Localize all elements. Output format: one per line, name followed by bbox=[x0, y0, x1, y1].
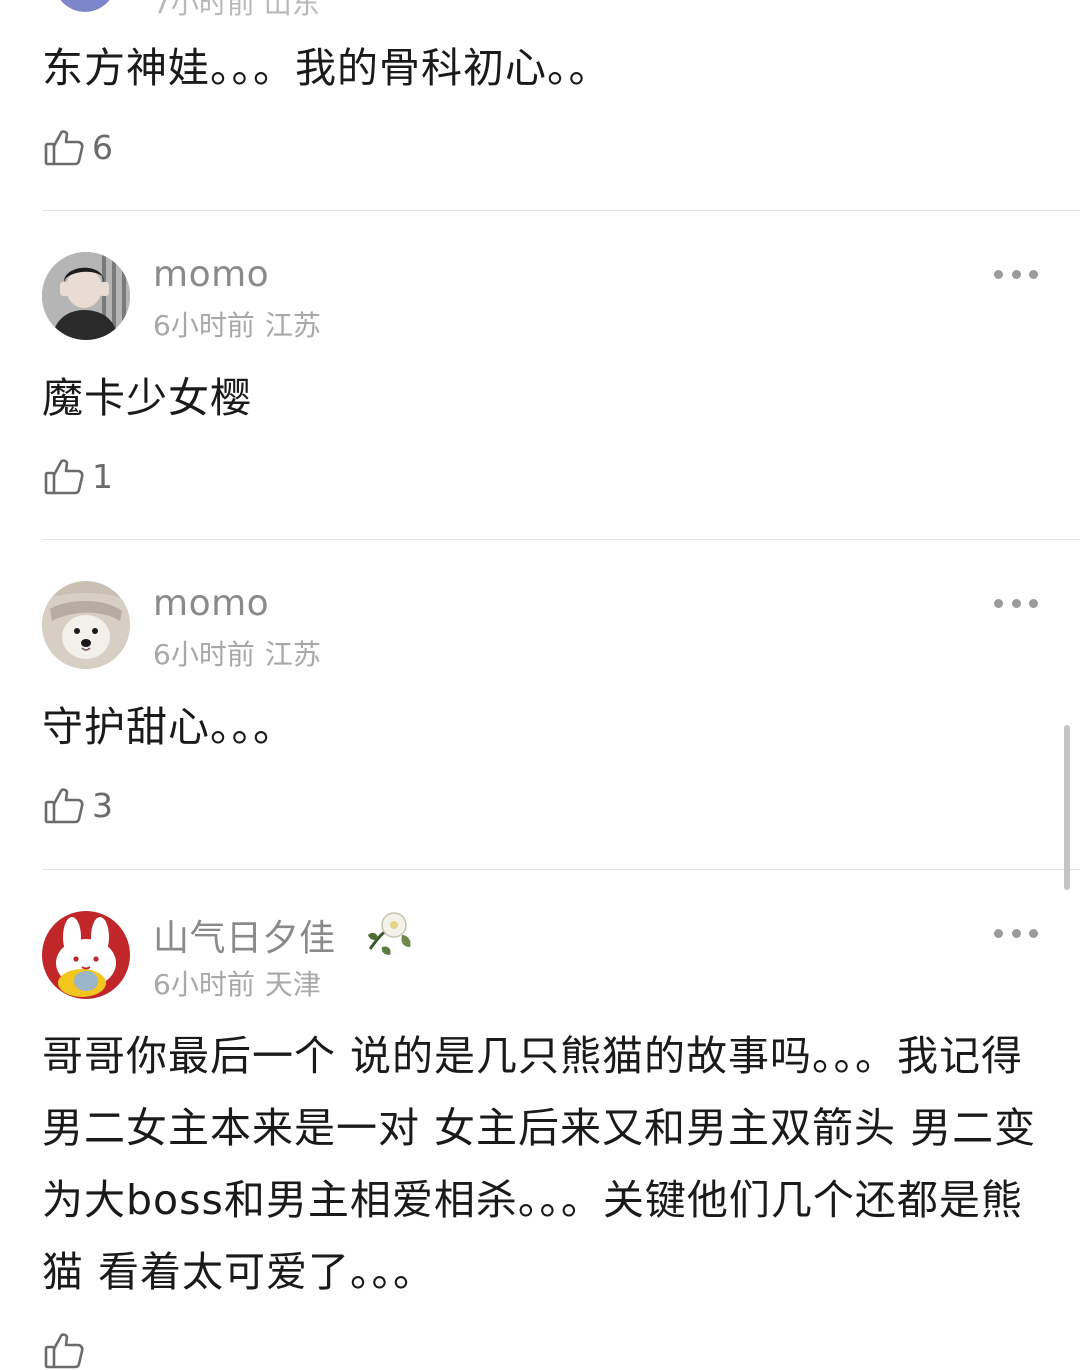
thumbs-up-icon bbox=[44, 1333, 84, 1369]
dot-icon bbox=[994, 598, 1003, 608]
comment-location: 天津 bbox=[264, 968, 321, 1001]
comment-meta: 6小时前 江苏 bbox=[153, 304, 321, 344]
comment-time: 6小时前 bbox=[153, 309, 255, 342]
comment-meta: 6小时前 天津 bbox=[153, 963, 321, 1003]
like-count: 1 bbox=[92, 456, 113, 496]
comment-location: 江苏 bbox=[264, 309, 321, 342]
flower-sticker-icon bbox=[368, 912, 411, 955]
comment-feed[interactable]: 7小时前 山东 东方神娃。。。我的骨科初心。。 6 momo 6小时前 江苏 魔… bbox=[0, 0, 1080, 1370]
thumbs-up-icon bbox=[44, 130, 84, 166]
username-text: 山气日夕佳 bbox=[153, 918, 336, 959]
dot-icon bbox=[1029, 598, 1038, 608]
portrait-avatar-icon[interactable] bbox=[42, 252, 130, 340]
like-count: 3 bbox=[92, 785, 113, 825]
comment-meta: 7小时前 山东 bbox=[153, 0, 320, 20]
comment-location: 江苏 bbox=[264, 638, 321, 671]
comment-text: 东方神娃。。。我的骨科初心。。 bbox=[42, 44, 611, 92]
dot-icon bbox=[1029, 269, 1038, 279]
dot-icon bbox=[1029, 928, 1038, 938]
dot-icon bbox=[1011, 598, 1021, 608]
like-button[interactable] bbox=[42, 1327, 92, 1370]
scrollbar[interactable] bbox=[1064, 725, 1070, 890]
bunny-avatar-icon[interactable] bbox=[42, 911, 130, 999]
comment-text: 魔卡少女樱 bbox=[42, 374, 252, 422]
more-options-button[interactable] bbox=[994, 923, 1038, 943]
dot-icon bbox=[1011, 269, 1021, 279]
like-button[interactable]: 1 bbox=[42, 453, 113, 499]
thumbs-up-icon bbox=[44, 459, 84, 495]
username[interactable]: momo bbox=[153, 254, 269, 295]
like-button[interactable]: 3 bbox=[42, 782, 113, 828]
thumbs-up-icon bbox=[44, 788, 84, 824]
comment-meta: 6小时前 江苏 bbox=[153, 633, 321, 673]
comment-time: 6小时前 bbox=[153, 638, 255, 671]
comment-text: 哥哥你最后一个 说的是几只熊猫的故事吗。。。我记得男二女主本来是一对 女主后来又… bbox=[42, 1032, 1037, 1296]
username[interactable]: momo bbox=[153, 583, 269, 624]
comment-time: 6小时前 bbox=[153, 968, 255, 1001]
dot-icon bbox=[994, 269, 1003, 279]
dot-icon bbox=[994, 928, 1003, 938]
comment-text: 守护甜心。。。 bbox=[42, 703, 295, 751]
like-count: 6 bbox=[92, 127, 113, 167]
dog-avatar-icon[interactable] bbox=[42, 581, 130, 669]
more-options-button[interactable] bbox=[994, 593, 1038, 613]
more-options-button[interactable] bbox=[994, 264, 1038, 284]
divider bbox=[42, 210, 1080, 211]
username[interactable]: 山气日夕佳 bbox=[153, 909, 336, 961]
like-button[interactable]: 6 bbox=[42, 124, 113, 170]
dot-icon bbox=[1011, 928, 1021, 938]
divider bbox=[42, 539, 1080, 540]
avatar[interactable] bbox=[52, 0, 118, 12]
divider bbox=[42, 869, 1080, 870]
